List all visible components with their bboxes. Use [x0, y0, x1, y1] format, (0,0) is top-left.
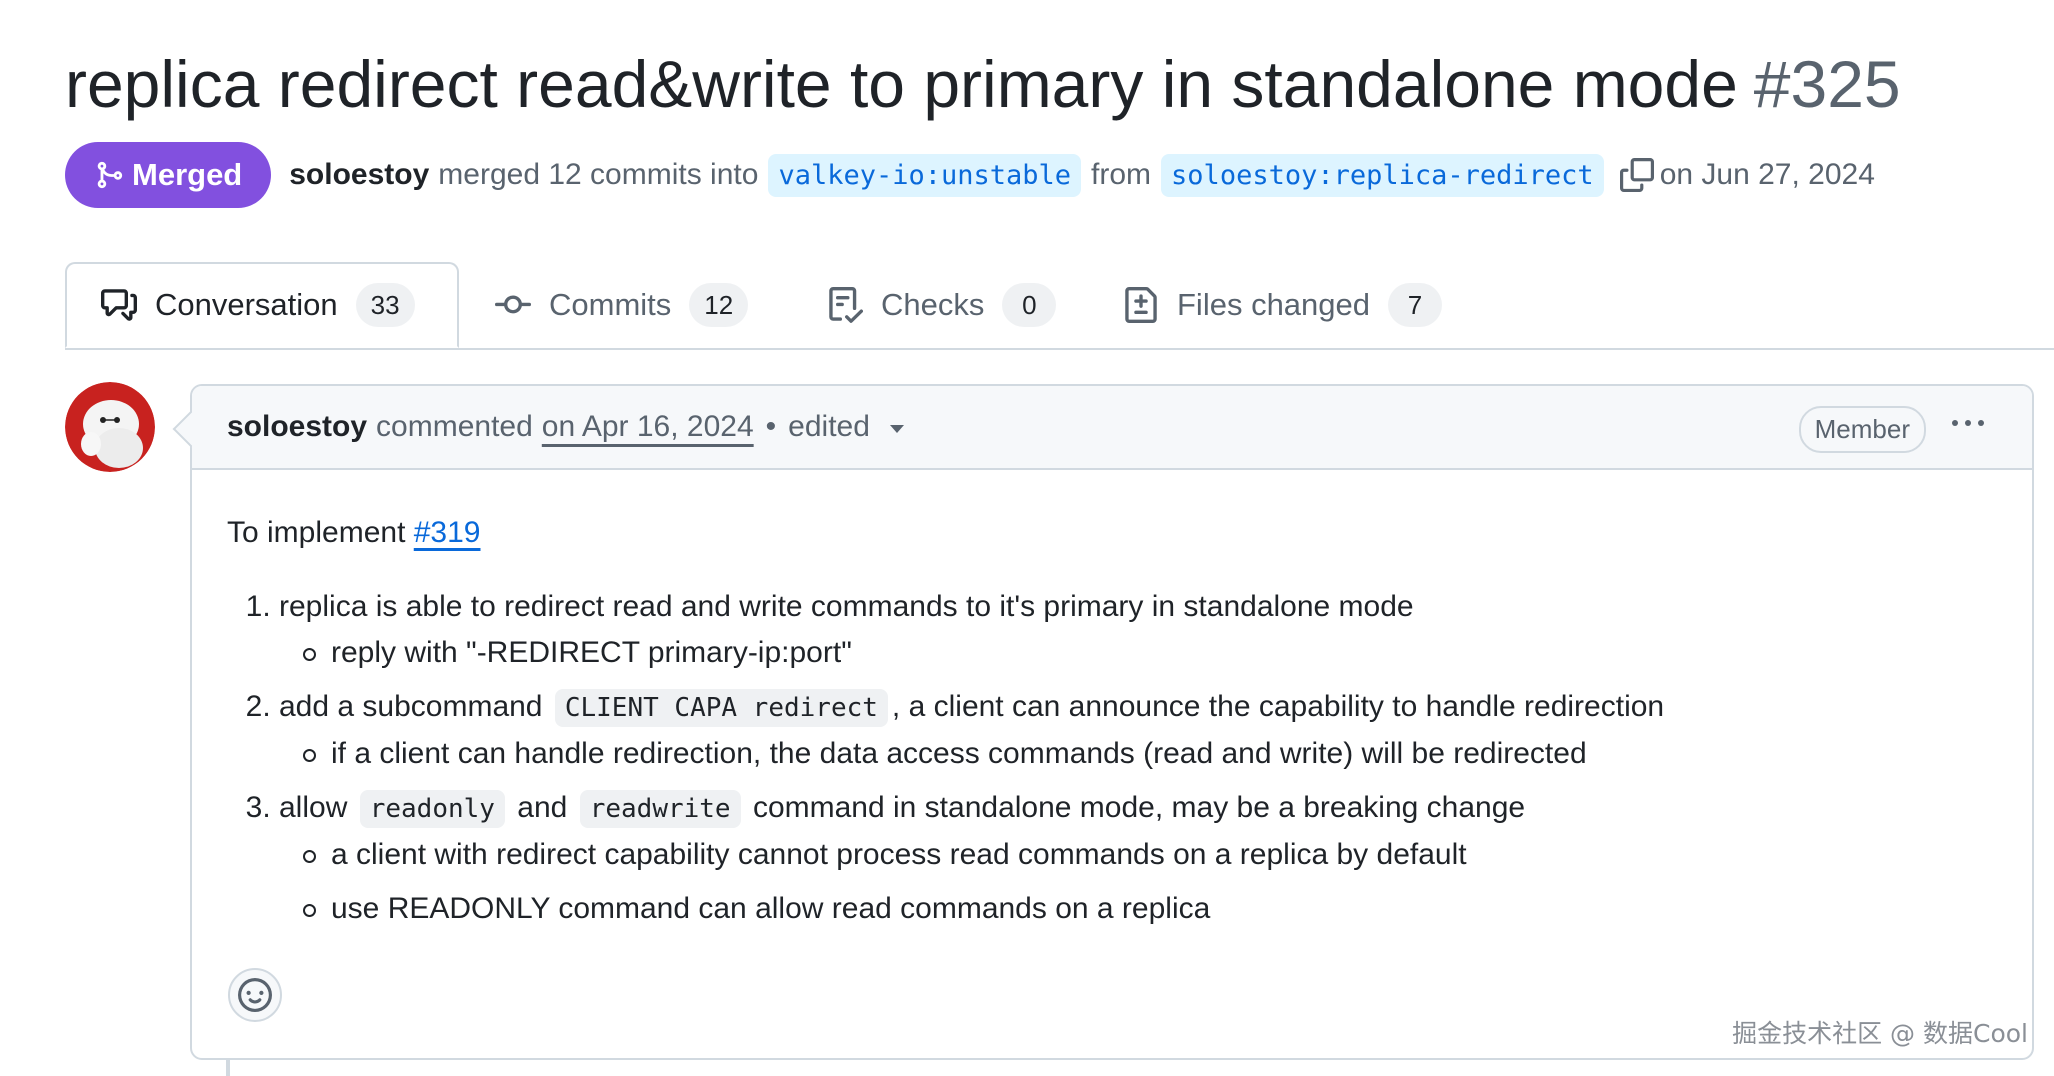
sub-list: reply with "-REDIRECT primary-ip:port": [279, 630, 1997, 676]
pr-title-text: replica redirect read&write to primary i…: [65, 47, 1738, 121]
from-text: from: [1091, 158, 1152, 191]
file-diff-icon: [1123, 287, 1177, 323]
pr-tabs: Conversation 33 Commits 12 Checks 0 File…: [65, 262, 2054, 350]
comment-author-link[interactable]: soloestoy: [227, 410, 367, 444]
tab-checks-count: 0: [1002, 283, 1057, 327]
comment-date-link[interactable]: on Apr 16, 2024: [542, 410, 754, 444]
merged-status-label: Merged: [132, 157, 243, 192]
pr-number: #325: [1753, 47, 1901, 121]
pr-meta-row: Merged soloestoy merged 12 commits into …: [65, 142, 1875, 208]
comment-action: commented: [376, 410, 533, 443]
edited-dropdown[interactable]: edited: [788, 410, 904, 444]
comment-header: soloestoy commented on Apr 16, 2024 • ed…: [192, 386, 2032, 470]
timeline-line: [226, 1060, 230, 1076]
tab-files-changed-count: 7: [1388, 283, 1443, 327]
base-branch-link[interactable]: valkey-io:unstable: [768, 153, 1082, 197]
checklist-icon: [827, 287, 881, 323]
tab-files-changed-label: Files changed: [1177, 287, 1371, 322]
merge-action-text: merged 12 commits into: [438, 158, 759, 191]
kebab-horizontal-icon[interactable]: [1952, 408, 1992, 438]
list-item-text: and: [517, 791, 568, 824]
merged-date: on Jun 27, 2024: [1659, 158, 1875, 191]
tab-commits[interactable]: Commits 12: [495, 262, 749, 348]
pr-title: replica redirect read&write to primary i…: [65, 38, 1901, 130]
sub-list-item: reply with "-REDIRECT primary-ip:port": [303, 630, 1997, 676]
tab-checks[interactable]: Checks 0: [827, 262, 1057, 348]
merge-summary: soloestoy merged 12 commits into valkey-…: [289, 153, 1875, 197]
merged-status-badge: Merged: [65, 142, 272, 208]
comment-card: soloestoy commented on Apr 16, 2024 • ed…: [190, 384, 2034, 1060]
sub-list-item: if a client can handle redirection, the …: [303, 731, 1997, 777]
intro-paragraph: To implement #319: [227, 510, 1997, 556]
add-reaction-button[interactable]: [228, 968, 282, 1022]
git-merge-icon: [94, 160, 124, 190]
comment-discussion-icon: [101, 287, 155, 323]
avatar[interactable]: [65, 382, 155, 472]
watermark: 掘金技术社区 @ 数据Cool: [1732, 1019, 2028, 1048]
tab-commits-label: Commits: [549, 287, 672, 322]
tab-files-changed[interactable]: Files changed 7: [1123, 262, 1443, 348]
comment-body: To implement #319 replica is able to red…: [192, 470, 2032, 932]
tab-checks-label: Checks: [881, 287, 985, 322]
list-item-text: add a subcommand: [279, 690, 543, 723]
inline-code: readwrite: [579, 790, 741, 828]
merge-author-link[interactable]: soloestoy: [289, 158, 429, 192]
tab-conversation[interactable]: Conversation 33: [65, 262, 459, 348]
edited-label: edited: [788, 410, 870, 443]
inline-code: CLIENT CAPA redirect: [554, 689, 888, 727]
member-role-badge: Member: [1798, 406, 1926, 453]
sub-list: if a client can handle redirection, the …: [279, 731, 1997, 777]
list-item: add a subcommand CLIENT CAPA redirect, a…: [279, 684, 1997, 777]
issue-link[interactable]: #319: [414, 516, 481, 549]
copy-icon[interactable]: [1619, 158, 1654, 192]
avatar-image: [65, 382, 155, 472]
git-commit-icon: [495, 287, 549, 323]
comment-separator: •: [765, 410, 777, 443]
intro-text: To implement: [227, 516, 406, 549]
list-item: replica is able to redirect read and wri…: [279, 584, 1997, 676]
tab-conversation-count: 33: [355, 283, 415, 327]
inline-code: readonly: [359, 790, 505, 828]
list-item-text: command in standalone mode, may be a bre…: [752, 791, 1526, 824]
sub-list-item: use READONLY command can allow read comm…: [303, 886, 1997, 932]
head-branch-link[interactable]: soloestoy:replica-redirect: [1161, 153, 1604, 197]
sub-list-item: a client with redirect capability cannot…: [303, 832, 1997, 878]
smiley-icon: [238, 978, 272, 1012]
tab-commits-count: 12: [689, 283, 749, 327]
change-list: replica is able to redirect read and wri…: [227, 584, 1997, 932]
sub-list: a client with redirect capability cannot…: [279, 832, 1997, 932]
list-item-text: , a client can announce the capability t…: [891, 690, 1665, 723]
triangle-down-icon: [889, 425, 904, 433]
list-item-text: allow: [279, 791, 348, 824]
tab-conversation-label: Conversation: [155, 287, 338, 322]
list-item: allow readonly and readwrite command in …: [279, 785, 1997, 932]
list-item-text: replica is able to redirect read and wri…: [279, 590, 1414, 623]
